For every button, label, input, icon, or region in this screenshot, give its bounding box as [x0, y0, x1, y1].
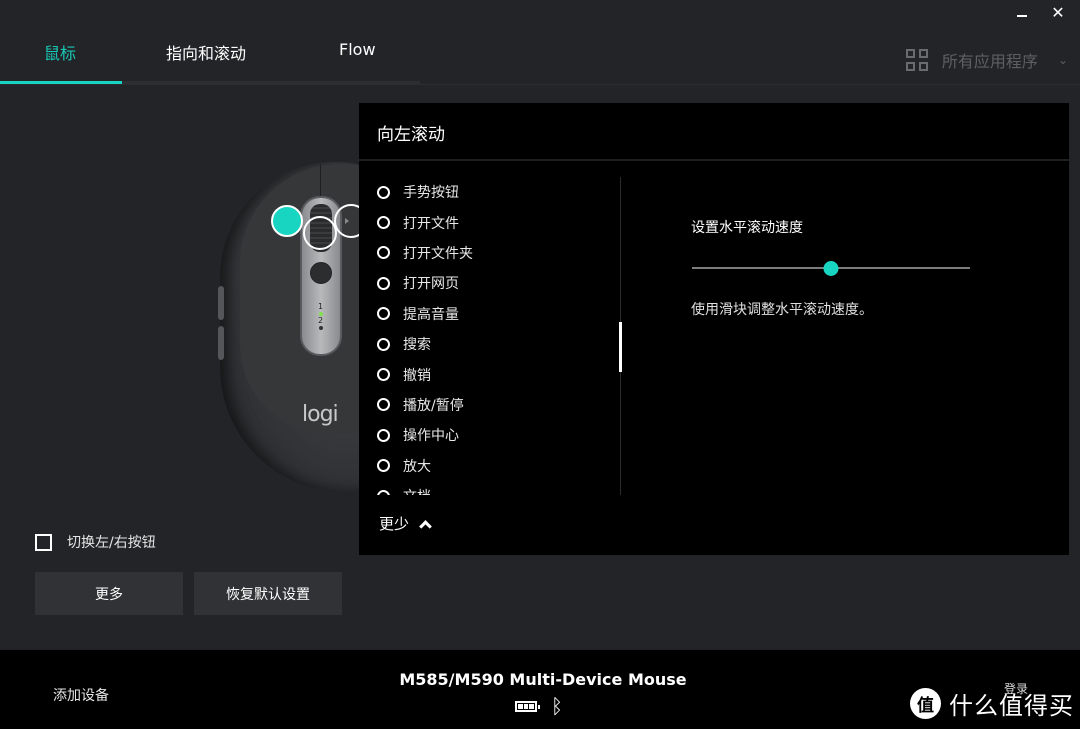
restore-defaults-button[interactable]: 恢复默认设置	[194, 572, 342, 615]
channel-2-label: 2	[318, 316, 324, 325]
close-button[interactable]: ✕	[1050, 2, 1066, 22]
action-label: 提高音量	[403, 306, 459, 323]
action-label: 搜索	[403, 337, 431, 354]
panel-title: 向左滚动	[377, 125, 445, 145]
radio-icon[interactable]	[377, 246, 390, 260]
watermark-badge: 值	[910, 688, 941, 719]
action-panel: 向左滚动 手势按钮 打开文件 打开文件夹 打开网页 提高音量 搜索 撤销 播放/…	[359, 103, 1069, 555]
channel-2-led	[319, 326, 323, 330]
radio-icon[interactable]	[377, 185, 390, 199]
slider-thumb[interactable]	[823, 261, 839, 276]
tab-point-and-scroll[interactable]: 指向和滚动	[166, 40, 246, 64]
login-link[interactable]: 登录	[1004, 680, 1028, 697]
action-label: 播放/暂停	[403, 397, 464, 414]
footer-bar: 添加设备 M585/M590 Multi-Device Mouse ᛒ 值 什么…	[0, 650, 1080, 729]
radio-icon[interactable]	[377, 459, 390, 473]
close-icon: ✕	[1051, 2, 1065, 22]
action-item[interactable]: 播放/暂停	[377, 390, 617, 420]
action-item[interactable]: 操作中心	[377, 420, 617, 450]
device-status: ᛒ	[515, 696, 563, 716]
action-item[interactable]: 搜索	[377, 329, 617, 359]
action-label: 放大	[403, 458, 431, 475]
action-item[interactable]: 手势按钮	[377, 177, 617, 207]
scroll-speed-title: 设置水平滚动速度	[691, 220, 803, 236]
channel-1-label: 1	[318, 302, 324, 311]
bluetooth-icon: ᛒ	[551, 694, 563, 718]
header-divider	[0, 84, 1080, 85]
action-item[interactable]: 提高音量	[377, 299, 617, 329]
logitech-options-window: ✕ 鼠标 指向和滚动 Flow 所有应用程序 ⌄ 1 2 logi 切换左/右按…	[0, 0, 1080, 729]
battery-full-icon	[515, 700, 540, 712]
action-label: 撤销	[403, 367, 431, 384]
action-label: 操作中心	[403, 428, 459, 445]
action-item[interactable]: 打开文件	[377, 207, 617, 237]
action-label: 手势按钮	[403, 185, 459, 202]
horizontal-scroll-speed-slider[interactable]	[692, 258, 970, 278]
action-label: 打开文件夹	[403, 245, 473, 262]
action-item[interactable]: 打开文件夹	[377, 238, 617, 268]
tab-flow[interactable]: Flow	[339, 40, 376, 64]
play-triangle-icon	[345, 218, 349, 224]
application-selector-label: 所有应用程序	[941, 52, 1038, 71]
action-item[interactable]: 放大	[377, 451, 617, 481]
logi-logo: logi	[302, 402, 339, 427]
action-label: 文档	[403, 486, 431, 495]
mouse-side-button-back[interactable]	[218, 326, 224, 360]
action-item[interactable]: 文档	[377, 481, 617, 495]
minimize-icon	[1017, 15, 1027, 17]
grid-icon	[905, 49, 928, 71]
more-button[interactable]: 更多	[35, 572, 183, 615]
action-label: 打开网页	[403, 276, 459, 293]
hotspot-middle-click[interactable]	[303, 216, 337, 250]
application-selector[interactable]: 所有应用程序 ⌄	[905, 48, 1068, 72]
radio-icon[interactable]	[377, 276, 390, 290]
swap-buttons-label: 切换左/右按钮	[67, 535, 156, 551]
radio-icon[interactable]	[377, 489, 390, 495]
radio-icon[interactable]	[377, 428, 390, 442]
minimize-button[interactable]	[1014, 2, 1030, 22]
show-less-label: 更少	[379, 515, 410, 533]
action-list: 手势按钮 打开文件 打开文件夹 打开网页 提高音量 搜索 撤销 播放/暂停 操作…	[377, 177, 617, 495]
action-item[interactable]: 撤销	[377, 359, 617, 389]
window-controls: ✕	[1014, 2, 1066, 22]
action-item[interactable]: 打开网页	[377, 268, 617, 298]
mouse-side-button-forward[interactable]	[218, 286, 224, 320]
scroll-speed-description: 使用滑块调整水平滚动速度。	[691, 302, 873, 318]
radio-icon[interactable]	[377, 398, 390, 412]
panel-divider	[359, 159, 1069, 161]
tab-mouse[interactable]: 鼠标	[44, 40, 76, 64]
action-list-scrollbar-thumb[interactable]	[619, 322, 622, 372]
chevron-up-icon	[419, 520, 432, 533]
action-label: 打开文件	[403, 215, 459, 232]
mouse-illustration: 1 2 logi	[214, 160, 360, 500]
radio-icon[interactable]	[377, 368, 390, 382]
mouse-gesture-button[interactable]	[310, 262, 332, 284]
show-less-button[interactable]: 更少	[379, 513, 432, 534]
hotspot-scroll-left-selected[interactable]	[271, 205, 303, 237]
swap-buttons-option[interactable]: 切换左/右按钮	[35, 532, 156, 552]
chevron-down-icon: ⌄	[1057, 53, 1068, 67]
radio-icon[interactable]	[377, 307, 390, 321]
swap-buttons-checkbox[interactable]	[35, 533, 52, 551]
radio-icon[interactable]	[377, 216, 390, 230]
radio-icon[interactable]	[377, 337, 390, 351]
watermark: 值 什么值得买	[910, 686, 1074, 721]
hotspot-scroll-right[interactable]	[334, 204, 360, 238]
